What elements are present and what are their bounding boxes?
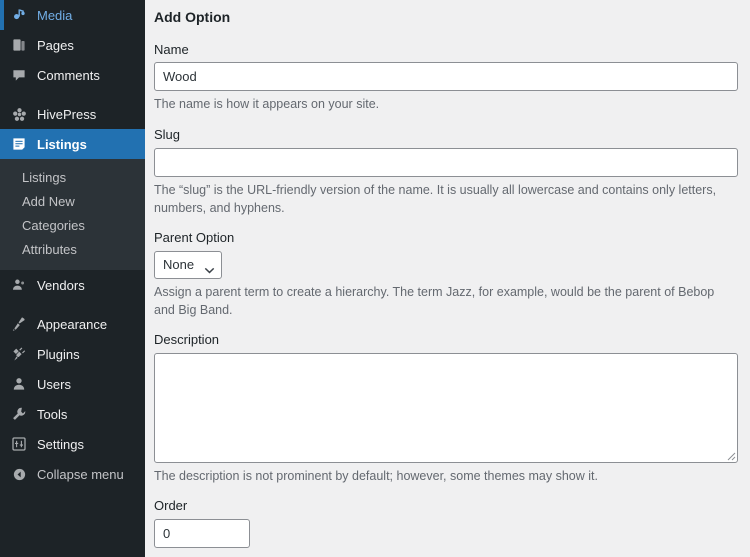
sidebar-item-label: Tools: [37, 406, 68, 422]
description-label: Description: [154, 331, 220, 347]
description-textarea-wrap: [154, 352, 738, 463]
sidebar-item-vendors[interactable]: Vendors: [0, 270, 145, 300]
order-input[interactable]: [154, 518, 250, 548]
users-icon: [9, 374, 29, 394]
sidebar-item-label: Collapse menu: [37, 466, 124, 482]
sidebar-item-label: Comments: [37, 67, 100, 83]
field-description: Description The description is not promi…: [154, 332, 738, 485]
vendors-icon: [9, 275, 29, 295]
sidebar-item-pages[interactable]: Pages: [0, 30, 145, 60]
field-slug: Slug The “slug” is the URL-friendly vers…: [154, 127, 738, 217]
field-parent-option: Parent Option None Assign a parent term …: [154, 230, 738, 319]
name-label: Name: [154, 41, 189, 57]
description-textarea[interactable]: [154, 352, 738, 463]
sidebar-item-media[interactable]: Media: [0, 0, 145, 30]
sidebar-item-label: Appearance: [37, 316, 108, 332]
sidebar-separator: [0, 300, 145, 309]
settings-icon: [9, 434, 29, 454]
sidebar-item-listings[interactable]: Listings: [0, 129, 145, 159]
sidebar-item-plugins[interactable]: Plugins: [0, 339, 145, 369]
sidebar-item-label: Users: [37, 376, 71, 392]
sidebar-item-users[interactable]: Users: [0, 369, 145, 399]
sidebar-item-label: Vendors: [37, 277, 85, 293]
sidebar-item-label: Listings: [37, 136, 87, 152]
parent-option-description: Assign a parent term to create a hierarc…: [154, 284, 715, 317]
hivepress-icon: [9, 104, 29, 124]
collapse-icon: [9, 464, 29, 484]
main-content-area: Add Option Name The name is how it appea…: [145, 0, 750, 557]
listings-icon: [9, 134, 29, 154]
sidebar-separator: [0, 90, 145, 99]
sidebar-item-hivepress[interactable]: HivePress: [0, 99, 145, 129]
sidebar-submenu-listings: Listings Add New Categories Attributes: [0, 159, 145, 270]
pages-icon: [9, 35, 29, 55]
wordpress-admin-screen: Media Pages Comments HivePress Listings …: [0, 0, 750, 557]
sidebar-item-collapse-menu[interactable]: Collapse menu: [0, 459, 145, 489]
sidebar-item-label: Settings: [37, 436, 84, 452]
name-description: The name is how it appears on your site.: [154, 97, 380, 112]
admin-sidebar-menu: Media Pages Comments HivePress Listings …: [0, 0, 145, 557]
plugins-icon: [9, 344, 29, 364]
appearance-icon: [9, 314, 29, 334]
sidebar-item-comments[interactable]: Comments: [0, 60, 145, 90]
sidebar-item-label: HivePress: [37, 106, 97, 122]
sidebar-item-label: Media: [37, 7, 73, 23]
add-option-form: Add Option Name The name is how it appea…: [145, 0, 750, 557]
slug-description: The “slug” is the URL-friendly version o…: [154, 182, 717, 215]
sidebar-item-tools[interactable]: Tools: [0, 399, 145, 429]
sidebar-item-label: Plugins: [37, 346, 80, 362]
field-order: Order: [154, 498, 738, 548]
order-label: Order: [154, 497, 188, 513]
comments-icon: [9, 65, 29, 85]
sidebar-subitem-add-new[interactable]: Add New: [0, 190, 145, 214]
sidebar-subitem-categories[interactable]: Categories: [0, 214, 145, 238]
parent-option-select[interactable]: None: [154, 250, 222, 279]
sidebar-subitem-attributes[interactable]: Attributes: [0, 238, 145, 262]
sidebar-item-appearance[interactable]: Appearance: [0, 309, 145, 339]
parent-option-select-wrap: None: [154, 250, 222, 279]
sidebar-item-label: Pages: [37, 37, 74, 53]
media-icon: [9, 5, 29, 25]
slug-label: Slug: [154, 126, 181, 142]
slug-input[interactable]: [154, 147, 738, 177]
name-input[interactable]: [154, 62, 738, 92]
field-name: Name The name is how it appears on your …: [154, 42, 738, 114]
tools-icon: [9, 404, 29, 424]
sidebar-subitem-listings[interactable]: Listings: [0, 166, 145, 190]
parent-option-label: Parent Option: [154, 229, 235, 245]
description-helptext: The description is not prominent by defa…: [154, 468, 598, 483]
sidebar-item-settings[interactable]: Settings: [0, 429, 145, 459]
page-title: Add Option: [154, 9, 231, 25]
